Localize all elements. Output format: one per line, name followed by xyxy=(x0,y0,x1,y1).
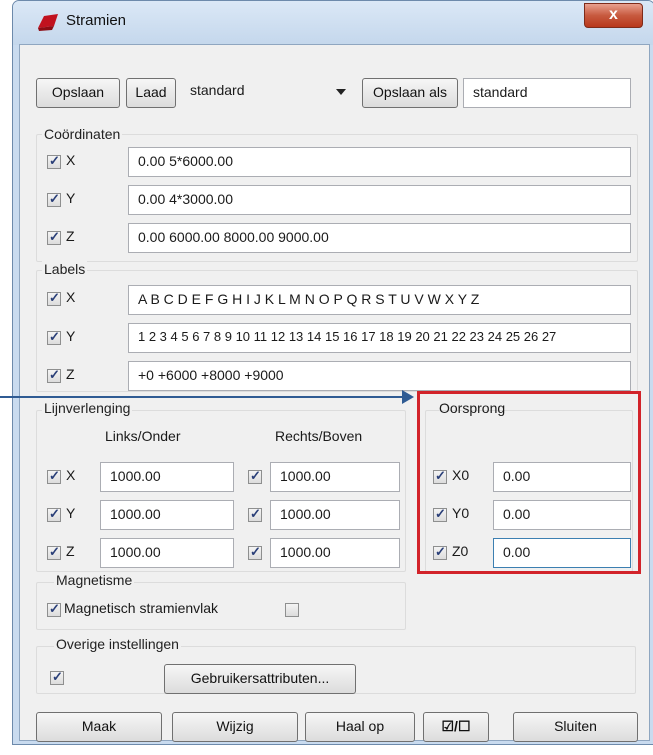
label-y-checkbox[interactable] xyxy=(47,329,61,345)
coordinate-z-checkbox[interactable] xyxy=(47,229,61,245)
annotation-arrow-line xyxy=(0,396,404,398)
origin-x0-checkbox[interactable] xyxy=(433,468,447,484)
extension-y-right-input[interactable]: 1000.00 xyxy=(270,500,400,530)
save-as-name-input[interactable]: standard xyxy=(463,78,631,108)
coordinate-x-label: X xyxy=(66,152,76,168)
coordinate-x-checkbox[interactable] xyxy=(47,153,61,169)
extension-y-label: Y xyxy=(66,505,76,521)
arrow-right-icon xyxy=(402,390,414,404)
origin-y0-input[interactable]: 0.00 xyxy=(493,500,631,530)
origin-z0-label: Z0 xyxy=(452,543,469,559)
fetch-button[interactable]: Haal op xyxy=(305,712,415,742)
close-button[interactable]: x xyxy=(584,3,643,28)
extension-left-header: Links/Onder xyxy=(105,428,181,444)
coordinate-y-input[interactable]: 0.00 4*3000.00 xyxy=(128,185,631,215)
label-x-checkbox[interactable] xyxy=(47,290,61,306)
origin-title: Oorsprong xyxy=(439,400,506,416)
magnetism-checkbox[interactable] xyxy=(47,601,61,617)
extension-x-right-input[interactable]: 1000.00 xyxy=(270,462,400,492)
origin-y0-checkbox[interactable] xyxy=(433,506,447,522)
extension-title: Lijnverlenging xyxy=(42,400,133,416)
label-y-label: Y xyxy=(66,328,76,344)
make-button[interactable]: Maak xyxy=(36,712,162,742)
extension-z-right-checkbox[interactable] xyxy=(248,544,262,560)
extension-y-right-checkbox[interactable] xyxy=(248,506,262,522)
labels-title: Labels xyxy=(42,261,88,277)
label-z-input[interactable]: +0 +6000 +8000 +9000 xyxy=(128,361,631,391)
coordinate-x-input[interactable]: 0.00 5*6000.00 xyxy=(128,147,631,177)
extension-z-left-input[interactable]: 1000.00 xyxy=(100,538,234,568)
magnetism-extra-checkbox[interactable] xyxy=(285,603,299,617)
preset-select-value[interactable]: standard xyxy=(190,82,244,98)
chevron-down-icon[interactable] xyxy=(336,89,346,95)
extension-z-right-input[interactable]: 1000.00 xyxy=(270,538,400,568)
label-x-input[interactable]: A B C D E F G H I J K L M N O P Q R S T … xyxy=(128,285,631,315)
load-button[interactable]: Laad xyxy=(126,78,176,108)
coordinate-y-checkbox[interactable] xyxy=(47,191,61,207)
origin-y0-label: Y0 xyxy=(452,505,470,521)
other-settings-title: Overige instellingen xyxy=(54,636,181,652)
label-z-label: Z xyxy=(66,366,75,382)
extension-x-left-input[interactable]: 1000.00 xyxy=(100,462,234,492)
extension-z-label: Z xyxy=(66,543,75,559)
close-dialog-button[interactable]: Sluiten xyxy=(513,712,638,742)
label-x-label: X xyxy=(66,289,76,305)
edit-button[interactable]: Wijzig xyxy=(172,712,298,742)
save-as-button[interactable]: Opslaan als xyxy=(362,78,458,108)
extension-y-checkbox[interactable] xyxy=(47,506,61,522)
coordinate-z-label: Z xyxy=(66,228,75,244)
magnetism-label: Magnetisch stramienvlak xyxy=(64,600,219,616)
extension-right-header: Rechts/Boven xyxy=(275,428,363,444)
label-z-checkbox[interactable] xyxy=(47,367,61,383)
origin-z0-checkbox[interactable] xyxy=(433,544,447,560)
extension-x-label: X xyxy=(66,467,76,483)
label-y-input[interactable]: 1 2 3 4 5 6 7 8 9 10 11 12 13 14 15 16 1… xyxy=(128,323,631,353)
coordinates-title: Coördinaten xyxy=(42,126,123,142)
save-button[interactable]: Opslaan xyxy=(36,78,120,108)
extension-y-left-input[interactable]: 1000.00 xyxy=(100,500,234,530)
other-settings-checkbox[interactable] xyxy=(50,669,64,685)
origin-x0-label: X0 xyxy=(452,467,470,483)
extension-z-checkbox[interactable] xyxy=(47,544,61,560)
user-attributes-button[interactable]: Gebruikersattributen... xyxy=(164,664,356,694)
coordinate-y-label: Y xyxy=(66,190,76,206)
coordinate-z-input[interactable]: 0.00 6000.00 8000.00 9000.00 xyxy=(128,223,631,253)
app-icon xyxy=(38,14,58,31)
magnetism-title: Magnetisme xyxy=(54,572,135,588)
extension-x-checkbox[interactable] xyxy=(47,468,61,484)
origin-z0-input[interactable]: 0.00 xyxy=(493,538,631,568)
toggle-all-button[interactable]: ☑/☐ xyxy=(423,712,489,742)
origin-x0-input[interactable]: 0.00 xyxy=(493,462,631,492)
extension-x-right-checkbox[interactable] xyxy=(248,468,262,484)
window-title: Stramien xyxy=(66,12,127,29)
